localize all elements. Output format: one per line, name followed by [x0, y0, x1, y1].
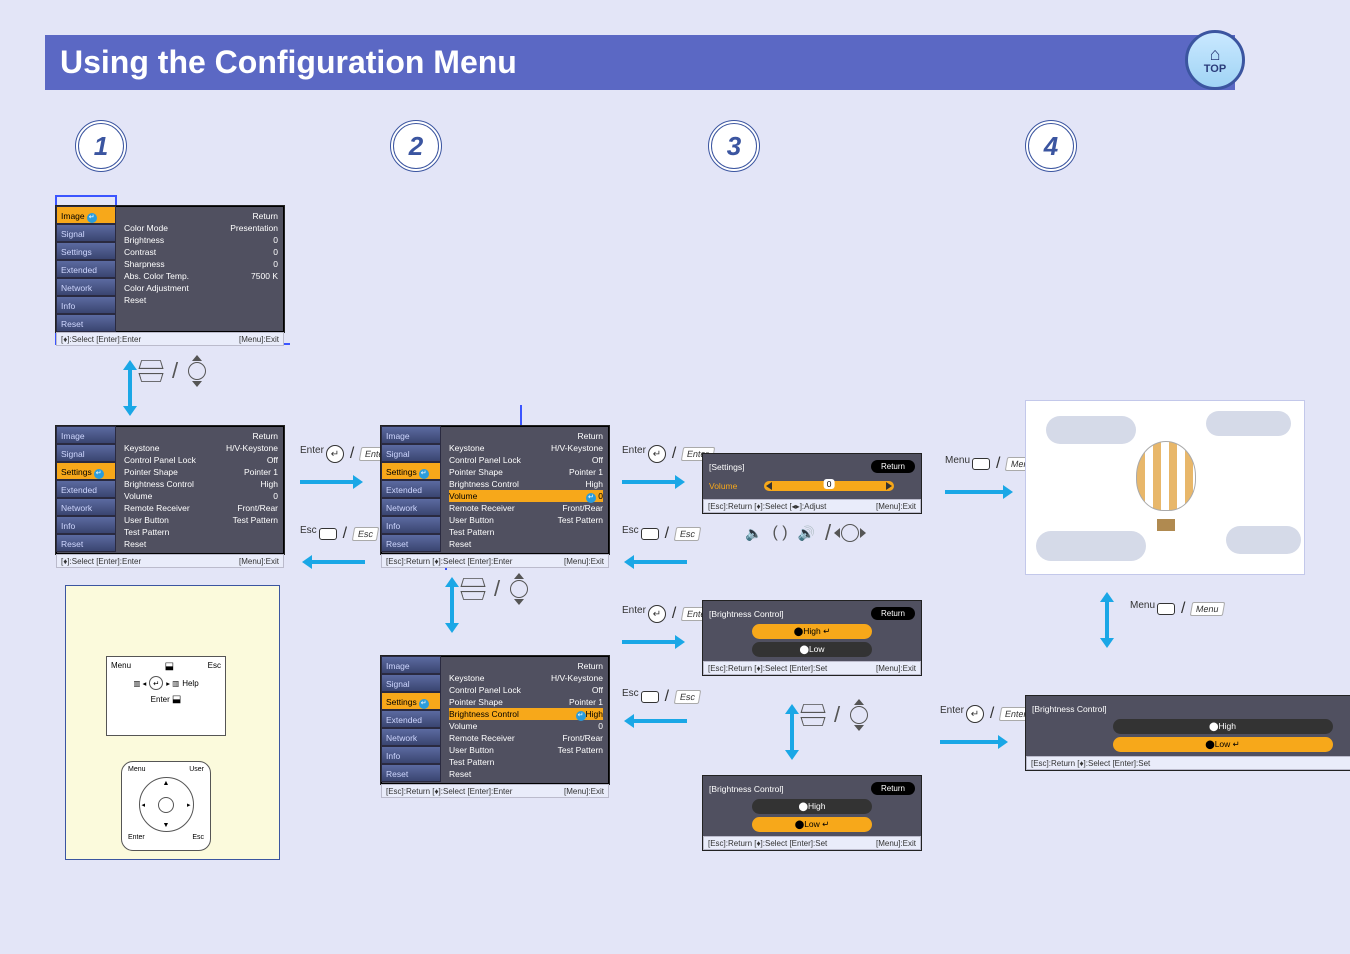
arrow-right-icon	[622, 480, 677, 484]
tab-network[interactable]: Network	[56, 498, 116, 516]
tab-info[interactable]: Info	[56, 516, 116, 534]
osd-helpbar: [♦]:Select [Enter]:Enter[Menu]:Exit	[56, 554, 284, 568]
mini-osd-volume: [Settings]Return Volume 0 [Esc]:Return […	[702, 453, 922, 514]
tab-reset[interactable]: Reset	[56, 534, 116, 552]
tab-signal[interactable]: Signal	[56, 224, 116, 242]
tab-image[interactable]: Image↵	[56, 206, 116, 224]
enter-button-label: Enter↵/Enter	[622, 445, 714, 463]
esc-button-label: Esc/Esc	[300, 525, 378, 543]
balloon-icon	[1136, 441, 1196, 511]
enter-button-label: Enter↵/Enter	[622, 605, 714, 623]
mini-osd-bc-high: [Brightness Control]Return ⬤High ↵ ⬤Low …	[702, 600, 922, 676]
nav-glyph: /	[802, 702, 868, 728]
osd-tabs: Image Signal Settings↵ Extended Network …	[56, 426, 116, 552]
option-low[interactable]: ⬤Low ↵	[1113, 737, 1333, 752]
menu-button-label: Menu/Menu	[1130, 600, 1224, 618]
osd-menu-settings-bc: Image Signal Settings↵ Extended Network …	[380, 655, 610, 785]
remote-illustration: Menu ⬓ Esc ▥ ◂ ↵ ▸ ▥ Help Enter ⬓ MenuUs…	[65, 585, 280, 860]
page-title-bar: Using the Configuration Menu	[45, 35, 1235, 90]
option-high[interactable]: ⬤High	[752, 799, 872, 814]
house-icon: ⌂	[1210, 45, 1221, 63]
esc-button-label: Esc/Esc	[622, 525, 700, 543]
tab-signal[interactable]: Signal	[56, 444, 116, 462]
mini-osd-bc-final: [Brightness Control]Return ⬤High ⬤Low ↵ …	[1025, 695, 1350, 771]
esc-icon	[319, 528, 337, 540]
updown-arrow-icon	[450, 585, 454, 625]
tab-reset[interactable]: Reset	[56, 314, 116, 332]
osd-content: Return Color ModePresentation Brightness…	[118, 206, 284, 310]
page-title: Using the Configuration Menu	[60, 44, 517, 80]
guide-line	[55, 195, 115, 197]
step-3-badge: 3	[708, 120, 760, 172]
tab-image[interactable]: Image	[56, 426, 116, 444]
esc-button-label: Esc/Esc	[622, 688, 700, 706]
osd-helpbar: [♦]:Select [Enter]:Enter[Menu]:Exit	[56, 332, 284, 346]
arrow-right-icon	[300, 480, 355, 484]
arrow-left-icon	[310, 560, 365, 564]
tab-extended[interactable]: Extended	[56, 260, 116, 278]
nav-glyph: /	[140, 358, 206, 384]
arrow-up-icon	[1105, 600, 1109, 640]
projected-image	[1025, 400, 1305, 575]
osd-menu-image: Image↵ Signal Settings Extended Network …	[55, 205, 285, 333]
tab-settings[interactable]: Settings	[56, 242, 116, 260]
enter-icon: ↵	[326, 445, 344, 463]
step-2-badge: 2	[390, 120, 442, 172]
updown-arrow-icon	[128, 368, 132, 408]
option-low[interactable]: ⬤Low ↵	[752, 817, 872, 832]
tab-network[interactable]: Network	[56, 278, 116, 296]
option-high[interactable]: ⬤High	[1113, 719, 1333, 734]
tab-settings[interactable]: Settings↵	[56, 462, 116, 480]
nav-glyph: /	[462, 576, 528, 602]
volume-slider[interactable]: 0	[764, 481, 894, 491]
step-4-badge: 4	[1025, 120, 1077, 172]
arrow-left-icon	[632, 560, 687, 564]
tab-info[interactable]: Info	[56, 296, 116, 314]
option-low[interactable]: ⬤Low	[752, 642, 872, 657]
mini-osd-bc-low: [Brightness Control]Return ⬤High ⬤Low ↵ …	[702, 775, 922, 851]
osd-menu-settings-volume: Image Signal Settings↵ Extended Network …	[380, 425, 610, 555]
step-1-badge: 1	[75, 120, 127, 172]
osd-content: Return KeystoneH/V-Keystone Control Pane…	[118, 426, 284, 554]
arrow-right-icon	[940, 740, 1000, 744]
updown-arrow-icon	[790, 712, 794, 752]
volume-glyph: 🔈 ( ) 🔊 /	[745, 520, 859, 546]
option-high[interactable]: ⬤High ↵	[752, 624, 872, 639]
tab-extended[interactable]: Extended	[56, 480, 116, 498]
arrow-right-icon	[945, 490, 1005, 494]
enter-button-label: Enter↵/Enter	[940, 705, 1032, 723]
top-home-badge[interactable]: ⌂ TOP	[1185, 30, 1245, 90]
enter-button-label: Enter↵/Enter	[300, 445, 392, 463]
osd-menu-settings: Image Signal Settings↵ Extended Network …	[55, 425, 285, 555]
arrow-left-icon	[632, 719, 687, 723]
osd-tabs: Image↵ Signal Settings Extended Network …	[56, 206, 116, 332]
top-label: TOP	[1204, 63, 1226, 75]
arrow-right-icon	[622, 640, 677, 644]
